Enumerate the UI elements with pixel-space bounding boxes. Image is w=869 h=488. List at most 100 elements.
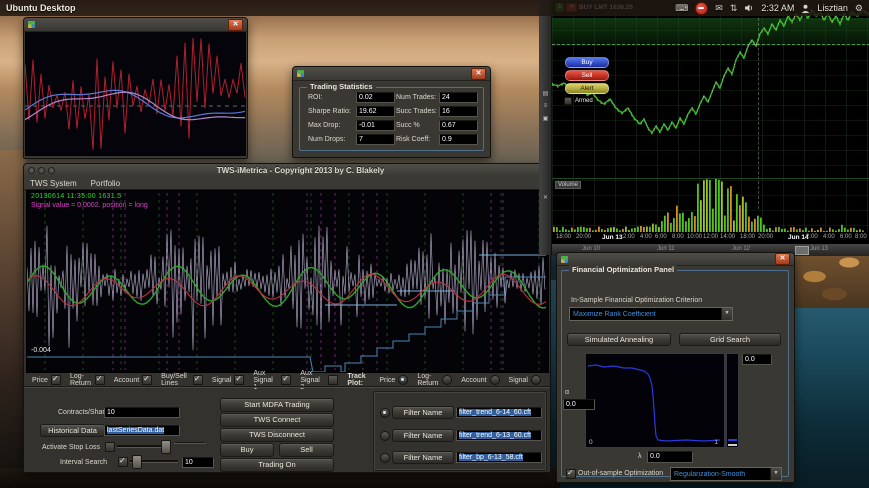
stat-value[interactable]: 0.67 xyxy=(439,120,478,131)
track-price-radio[interactable] xyxy=(398,375,409,385)
track-signal-radio[interactable] xyxy=(531,375,541,385)
menu-tws-system[interactable]: TWS System xyxy=(24,179,83,188)
filter1-field[interactable]: filter_trend_6-14_60.cft xyxy=(456,407,542,418)
range-marker[interactable] xyxy=(795,246,809,255)
vertical-slider[interactable] xyxy=(726,353,739,448)
oos-checkbox[interactable] xyxy=(566,468,576,479)
alpha-label: α xyxy=(565,389,570,396)
interval-field[interactable]: 10 xyxy=(182,457,214,468)
chart-tool-icon[interactable]: ▣ xyxy=(543,115,549,122)
historical-data-button[interactable]: Historical Data xyxy=(40,424,105,437)
gear-icon[interactable]: ⚙ xyxy=(855,3,863,13)
track-account-radio[interactable] xyxy=(489,375,500,385)
stat-label: Sharpe Ratio: xyxy=(308,108,351,115)
main-chart-canvas[interactable]: 20130614 11:35:00 1631.5 Signal value = … xyxy=(26,190,549,373)
tws-connect-button[interactable]: TWS Connect xyxy=(220,413,334,427)
oos-dropdown[interactable]: Regularization-Smooth ▼ xyxy=(670,467,782,481)
buy-sell-lines-checkbox[interactable] xyxy=(192,374,203,385)
historical-data-field[interactable]: lastSeriesData.dat xyxy=(104,425,180,436)
stop-loss-slider[interactable] xyxy=(117,440,171,454)
sell-button[interactable]: Sell xyxy=(565,70,609,81)
criterion-dropdown[interactable]: Maximize Rank Coefficient ▼ xyxy=(569,307,733,321)
filter1-name-button[interactable]: Filter Name xyxy=(392,406,454,419)
tws-imetrica-window: TWS-iMetrica - Copyright 2013 by C. Blak… xyxy=(23,163,551,473)
filter2-field[interactable]: filter_trend_6-13_60.cft xyxy=(456,430,542,441)
chart-tool-icon[interactable]: ≡ xyxy=(544,103,548,109)
chart-toolbar[interactable]: ▤ ≡ ▣ ✕ xyxy=(540,0,552,255)
mini-window-titlebar[interactable]: ✕ xyxy=(24,18,247,32)
contracts-field[interactable]: 10 xyxy=(104,407,180,418)
armed-toggle[interactable]: Armed xyxy=(564,97,593,105)
stat-value[interactable]: 0.9 xyxy=(439,134,478,145)
menu-portfolio[interactable]: Portfolio xyxy=(85,179,126,188)
stat-value[interactable]: 16 xyxy=(439,106,478,117)
filter2-name-button[interactable]: Filter Name xyxy=(392,429,454,442)
time-axis-tick: 20:00 xyxy=(576,234,592,240)
app-label[interactable]: Ubuntu Desktop xyxy=(6,3,76,13)
aux-signal1-checkbox[interactable] xyxy=(281,374,292,385)
buy-button[interactable]: Buy xyxy=(220,443,274,457)
time-axis-tick: 18:00 xyxy=(556,234,572,240)
price-chart-pane[interactable]: 1 ✕ BUY LMT 1636.25 Buy Sell Alert Armed… xyxy=(552,0,869,256)
trading-stats-window: ✕ Trading Statistics ROI: 0.02 Num Trade… xyxy=(292,66,491,158)
close-pane-icon[interactable]: ✕ xyxy=(543,194,548,201)
price-checkbox[interactable] xyxy=(50,374,61,385)
time-axis-tick: 12:00 xyxy=(703,234,719,240)
stats-window-titlebar[interactable]: ✕ xyxy=(293,67,490,81)
grid-search-button[interactable]: Grid Search xyxy=(679,333,781,346)
log-return-checkbox[interactable] xyxy=(94,374,105,385)
stat-value[interactable]: 0.02 xyxy=(356,92,395,103)
stat-label: Max Drop: xyxy=(308,122,341,129)
stop-loss-checkbox[interactable] xyxy=(105,442,115,452)
stat-value[interactable]: -0.01 xyxy=(356,120,395,131)
stat-value[interactable]: 24 xyxy=(439,92,478,103)
track-log-return-radio[interactable] xyxy=(442,375,453,385)
close-button[interactable]: ✕ xyxy=(228,18,243,31)
lambda-field[interactable]: 0.0 xyxy=(647,451,693,463)
chart-tool-icon[interactable]: ▤ xyxy=(543,90,549,97)
network-arrows-icon[interactable]: ⇅ xyxy=(730,3,738,13)
interval-slider[interactable] xyxy=(130,455,178,469)
stat-value[interactable]: 7 xyxy=(356,134,395,145)
close-button[interactable]: ✕ xyxy=(471,67,486,80)
time-axis-tick: 2:00 xyxy=(806,234,818,240)
interval-checkbox[interactable] xyxy=(118,456,128,467)
clock[interactable]: 2:32 AM xyxy=(761,3,794,13)
top-value-field[interactable]: 0.0 xyxy=(742,354,772,365)
aux-signal2-checkbox[interactable] xyxy=(328,375,339,385)
filter3-name-button[interactable]: Filter Name xyxy=(392,451,454,464)
alpha-field[interactable]: 0.0 xyxy=(563,399,595,410)
mini-chart-window: ✕ xyxy=(23,17,248,159)
time-axis-tick: 4:00 xyxy=(823,234,835,240)
buy-button[interactable]: Buy xyxy=(565,57,609,68)
simulated-annealing-button[interactable]: Simulated Annealing xyxy=(567,333,671,346)
username[interactable]: Lisztian xyxy=(817,3,848,13)
armed-checkbox[interactable] xyxy=(564,97,572,105)
tws-disconnect-button[interactable]: TWS Disconnect xyxy=(220,428,334,442)
signal-checkbox[interactable] xyxy=(234,374,245,385)
close-button[interactable]: ✕ xyxy=(775,253,790,265)
keyboard-icon[interactable]: ⌨ xyxy=(675,3,688,13)
filter3-field[interactable]: filter_bp_6-13_58.cft xyxy=(456,452,542,463)
alert-button[interactable]: Alert xyxy=(565,83,609,94)
stat-value[interactable]: 19.62 xyxy=(356,106,395,117)
stats-groupbox: Trading Statistics ROI: 0.02 Num Trades:… xyxy=(299,82,484,151)
trading-on-button[interactable]: Trading On xyxy=(220,458,334,472)
sell-button[interactable]: Sell xyxy=(279,443,334,457)
filter2-radio[interactable] xyxy=(380,431,390,441)
stop-loss-field[interactable] xyxy=(174,442,206,444)
main-window-titlebar[interactable]: TWS-iMetrica - Copyright 2013 by C. Blak… xyxy=(24,164,550,178)
window-control-dots[interactable] xyxy=(28,167,55,174)
mail-icon[interactable]: ✉ xyxy=(715,3,723,13)
account-checkbox[interactable] xyxy=(142,374,153,385)
x-axis-min-label: 0 xyxy=(589,439,593,446)
stat-label: ROI: xyxy=(308,94,323,101)
start-mdfa-button[interactable]: Start MDFA Trading xyxy=(220,398,334,412)
time-axis-tick: 14:00 xyxy=(720,234,736,240)
volume-icon[interactable] xyxy=(744,3,754,13)
oos-label: Out-of-sample Optimization xyxy=(578,470,664,477)
filter3-radio[interactable] xyxy=(380,453,390,463)
filter1-radio[interactable] xyxy=(380,408,390,418)
chevron-down-icon: ▼ xyxy=(770,468,781,480)
updates-blocked-icon[interactable] xyxy=(695,1,709,15)
